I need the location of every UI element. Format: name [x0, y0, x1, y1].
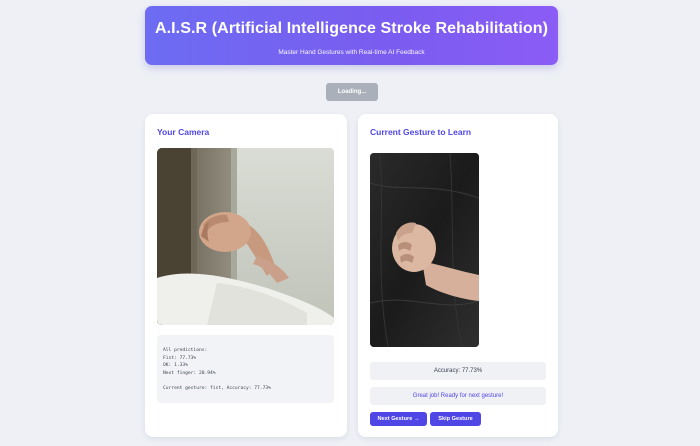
skip-gesture-button[interactable]: Skip Gesture [430, 412, 481, 426]
prediction-item: Next finger: 20.94% [163, 370, 216, 376]
accuracy-display: Accuracy: 77.73% [370, 362, 546, 380]
predictions-heading: All predictions: [163, 348, 208, 353]
header-banner: A.I.S.R (Artificial Intelligence Stroke … [145, 6, 558, 65]
camera-feed-image [157, 148, 334, 325]
gesture-card: Current Gesture to Learn Accuracy: 77.73… [358, 114, 558, 437]
current-gesture-line: Current gesture: fist, Accuracy: 77.73% [163, 385, 271, 391]
camera-card: Your Camera All predictions: Fist: 77.73… [145, 114, 347, 437]
predictions-panel: All predictions: Fist: 77.73% OK: 1.33% … [157, 335, 334, 403]
prediction-item: OK: 1.33% [163, 363, 188, 369]
prediction-item: Fist: 77.73% [163, 355, 197, 361]
camera-feed [157, 148, 334, 325]
gesture-reference [370, 153, 479, 347]
next-gesture-button[interactable]: Next Gesture → [370, 412, 427, 426]
app-page: A.I.S.R (Artificial Intelligence Stroke … [0, 0, 700, 446]
feedback-message: Great job! Ready for next gesture! [370, 387, 546, 405]
loading-button[interactable]: Loading... [326, 83, 378, 101]
app-title: A.I.S.R (Artificial Intelligence Stroke … [154, 20, 549, 37]
camera-card-title: Your Camera [157, 127, 210, 137]
gesture-reference-image [370, 153, 479, 347]
gesture-card-title: Current Gesture to Learn [370, 127, 472, 137]
app-subtitle: Master Hand Gestures with Real-time AI F… [278, 49, 425, 56]
